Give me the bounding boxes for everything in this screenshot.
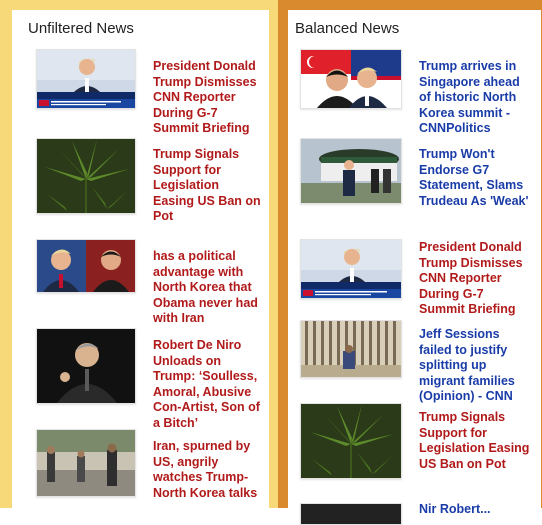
news-headline[interactable]: Trump arrives in Singapore ahead of hist… — [419, 59, 531, 137]
unfiltered-news-column: Unfiltered News President Donald Trump D… — [0, 0, 278, 508]
balanced-news-column: Balanced News Trump arrives in Singapore… — [278, 0, 542, 525]
trump-kim-flags-photo[interactable] — [300, 49, 402, 109]
news-headline[interactable]: Iran, spurned by US, angrily watches Tru… — [153, 439, 263, 501]
trump-kim-split-photo[interactable] — [36, 239, 136, 293]
news-headline[interactable]: Jeff Sessions failed to justify splittin… — [419, 327, 531, 405]
news-headline[interactable]: President Donald Trump Dismisses CNN Rep… — [419, 240, 531, 318]
news-headline[interactable]: Nir Robert... — [419, 502, 531, 518]
partial-photo[interactable] — [300, 503, 402, 525]
street-scene-photo[interactable] — [36, 429, 136, 497]
news-headline[interactable]: Trump Won't Endorse G7 Statement, Slams … — [419, 147, 531, 209]
news-headline[interactable]: President Donald Trump Dismisses CNN Rep… — [153, 59, 263, 137]
balanced-news-title: Balanced News — [295, 20, 400, 37]
trump-walking-helicopter-photo[interactable] — [300, 138, 402, 204]
unfiltered-news-panel: Unfiltered News President Donald Trump D… — [12, 10, 269, 508]
news-headline[interactable]: Trump Signals Support for Legislation Ea… — [419, 410, 531, 472]
trump-podium-photo[interactable] — [36, 49, 136, 109]
de-niro-speaking-photo[interactable] — [36, 328, 136, 404]
balanced-news-panel: Balanced News Trump arrives in Singapore… — [288, 10, 541, 525]
news-headline[interactable]: Robert De Niro Unloads on Trump: ‘Soulle… — [153, 338, 263, 431]
unfiltered-news-title: Unfiltered News — [28, 20, 134, 37]
cannabis-leaf-photo[interactable] — [300, 403, 402, 479]
news-headline[interactable]: has a political advantage with North Kor… — [153, 249, 263, 327]
trump-podium-photo[interactable] — [300, 239, 402, 299]
cannabis-leaf-photo[interactable] — [36, 138, 136, 214]
border-fence-photo[interactable] — [300, 320, 402, 378]
news-headline[interactable]: Trump Signals Support for Legislation Ea… — [153, 147, 263, 225]
